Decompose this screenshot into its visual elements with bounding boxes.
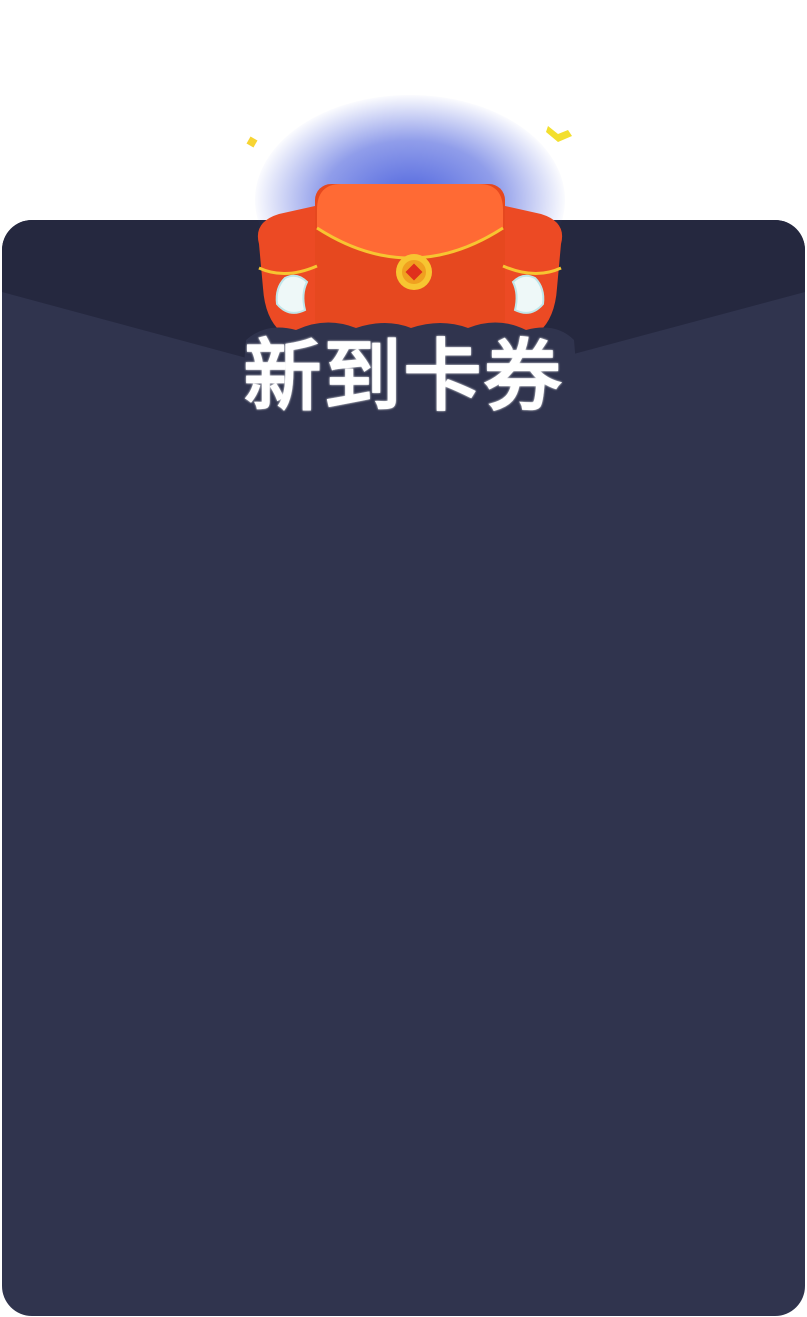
dialog-title: 新到卡券 xyxy=(243,332,564,422)
red-envelope-icon xyxy=(257,184,563,336)
new-coupon-dialog: 新到卡券 xyxy=(0,0,807,1317)
